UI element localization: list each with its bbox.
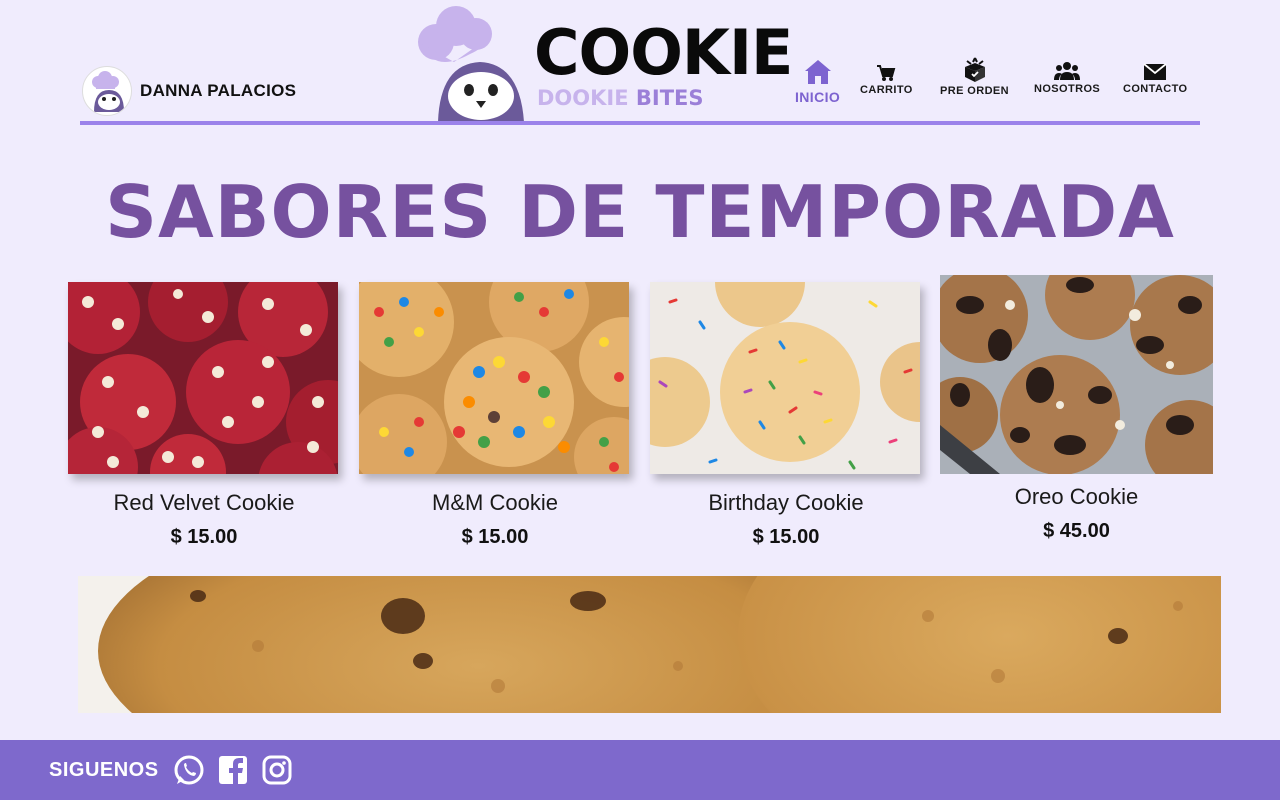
product-image[interactable] <box>359 282 629 474</box>
product-image[interactable] <box>940 275 1213 474</box>
cookies-closeup-image <box>78 576 1221 713</box>
logo-subtitle-b: BITES <box>635 86 704 110</box>
nav-item-inicio[interactable]: INICIO <box>795 58 840 105</box>
facebook-icon[interactable] <box>217 754 249 786</box>
product-price: $ 15.00 <box>752 526 820 548</box>
nav-item-pre-orden[interactable]: PRE ORDEN <box>940 57 1009 97</box>
red-velvet-cookie-image <box>68 282 338 474</box>
product-price: $ 15.00 <box>170 526 238 548</box>
product-card[interactable]: M&M Cookie $ 15.00 <box>359 282 631 549</box>
follow-label: SIGUENOS <box>49 758 159 781</box>
whatsapp-icon[interactable] <box>173 754 205 786</box>
product-card[interactable]: Red Velvet Cookie $ 15.00 <box>68 282 340 549</box>
logo-subtitle: DOOKIE BITES <box>537 88 704 109</box>
nav-label: NOSOTROS <box>1034 83 1101 95</box>
penguin-chef-logo-icon <box>418 6 524 122</box>
logo-title: COOKIE <box>534 16 793 89</box>
nav-label: PRE ORDEN <box>940 85 1009 97</box>
product-card[interactable]: Birthday Cookie $ 15.00 <box>650 282 922 549</box>
header-divider <box>80 121 1200 125</box>
footer: SIGUENOS <box>0 740 1280 800</box>
product-name: Red Velvet Cookie <box>113 490 295 515</box>
product-name: M&M Cookie <box>432 490 558 515</box>
cookie-banner-image <box>78 576 1221 713</box>
users-icon <box>1054 62 1081 80</box>
penguin-chef-icon <box>92 71 124 112</box>
product-image[interactable] <box>650 282 920 474</box>
mail-icon <box>1143 63 1167 80</box>
instagram-icon[interactable] <box>261 754 293 786</box>
birthday-cookie-image <box>650 282 920 474</box>
logo-subtitle-a: DOOKIE <box>537 86 629 110</box>
page-title: SABORES DE TEMPORADA <box>105 170 1175 254</box>
nav-label: CARRITO <box>860 84 913 96</box>
nav-item-carrito[interactable]: CARRITO <box>860 64 913 96</box>
user-profile[interactable]: DANNA PALACIOS <box>82 66 296 116</box>
mm-cookie-image <box>359 282 629 474</box>
avatar <box>82 66 132 116</box>
user-name: DANNA PALACIOS <box>140 81 297 100</box>
nav-item-contacto[interactable]: CONTACTO <box>1123 63 1188 95</box>
product-price: $ 15.00 <box>461 526 529 548</box>
box-icon <box>964 57 985 82</box>
product-card[interactable]: Oreo Cookie $ 45.00 <box>940 275 1213 543</box>
product-name: Birthday Cookie <box>708 490 864 515</box>
nav-label: CONTACTO <box>1123 83 1188 95</box>
cart-icon <box>877 65 896 81</box>
nav-item-nosotros[interactable]: NOSOTROS <box>1034 61 1100 95</box>
product-price: $ 45.00 <box>1043 520 1110 542</box>
main-nav: INICIO CARRITO PRE ORDEN NOSOTROS CONTAC… <box>790 56 1200 108</box>
nav-label: INICIO <box>795 89 841 105</box>
product-image[interactable] <box>68 282 338 474</box>
oreo-cookie-image <box>940 275 1213 474</box>
home-icon <box>804 60 831 84</box>
product-name: Oreo Cookie <box>1014 484 1139 509</box>
brand-logo[interactable]: COOKIE DOOKIE BITES <box>414 4 793 124</box>
